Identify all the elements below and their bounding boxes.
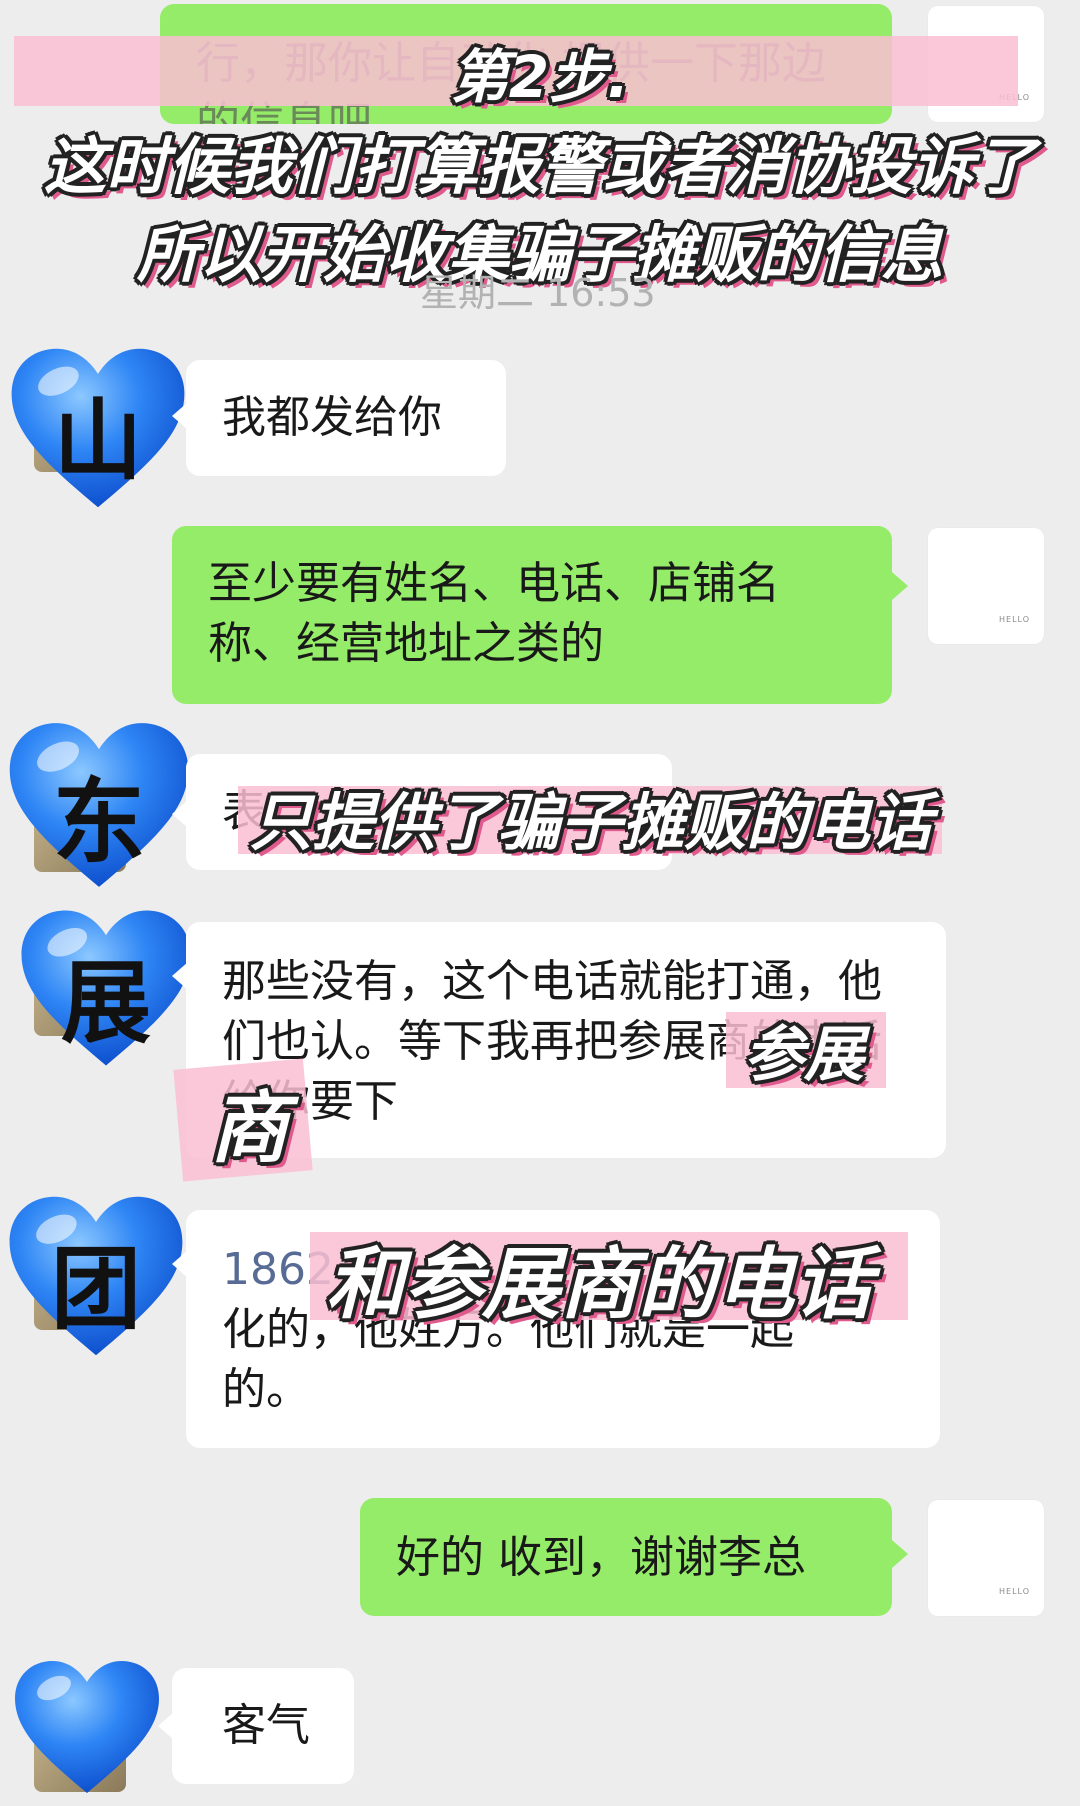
heart-avatar-char: 东: [52, 768, 145, 876]
message-text: 我都发给你: [222, 392, 442, 443]
message-text: 客气: [222, 1700, 310, 1751]
message-bubble-outgoing[interactable]: 至少要有姓名、电话、店铺名称、经营地址之类的: [172, 526, 892, 704]
heart-avatar-char: 团: [51, 1236, 141, 1342]
self-avatar[interactable]: HELLO: [928, 528, 1044, 644]
step-title: 第2步.: [450, 43, 630, 111]
overlay-caption: 商: [210, 1084, 289, 1174]
overlay-caption: 和参展商的电话: [326, 1240, 873, 1330]
self-avatar[interactable]: HELLO: [928, 1500, 1044, 1616]
message-bubble-incoming[interactable]: 我都发给你: [186, 360, 506, 476]
message-text: 至少要有姓名、电话、店铺名称、经营地址之类的: [208, 558, 780, 669]
avatar-label: HELLO: [999, 1587, 1030, 1596]
overlay-caption: 参展: [744, 1020, 864, 1090]
heart-avatar-char: 山: [53, 388, 142, 492]
step-line-1: 这时候我们打算报警或者消协投诉了: [43, 130, 1036, 203]
avatar-label: HELLO: [999, 615, 1030, 624]
message-bubble-incoming[interactable]: 客气: [172, 1668, 354, 1784]
heart-avatar-char: 展: [61, 950, 151, 1056]
message-bubble-outgoing[interactable]: 好的 收到，谢谢李总: [360, 1498, 892, 1616]
heart-avatar[interactable]: [12, 1652, 162, 1802]
overlay-caption: 只提供了骗子摊贩的电话: [250, 786, 933, 859]
message-text: 好的 收到，谢谢李总: [396, 1532, 806, 1583]
timestamp: 星期二 16:53: [420, 271, 656, 315]
